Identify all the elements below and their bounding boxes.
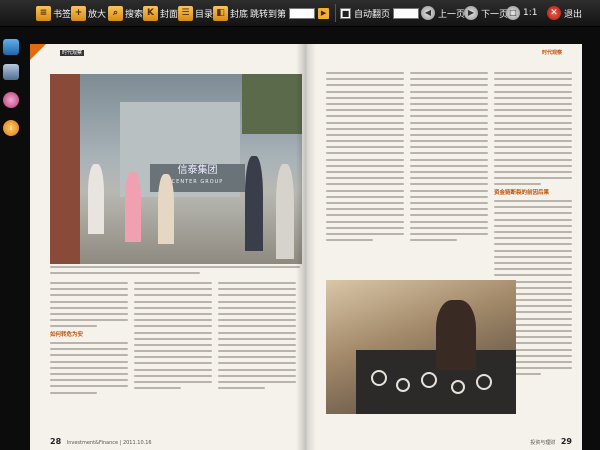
bookmark-button[interactable]: ≡ 书签: [36, 4, 71, 22]
front-cover-icon: K: [143, 5, 158, 21]
section-heading: 资金链断裂的前因后果: [494, 189, 550, 196]
toolbar-divider: [335, 4, 336, 22]
goto-page-input[interactable]: [289, 7, 316, 19]
front-cover-button[interactable]: K 封面: [143, 4, 178, 22]
search-icon: ⌕: [108, 5, 123, 21]
autoflip-seconds-input[interactable]: [393, 7, 420, 19]
actual-size-button[interactable]: □ 1:1: [506, 4, 537, 22]
thumbnail-view-icon[interactable]: [3, 39, 19, 55]
arrow-left-icon: ◀: [421, 6, 435, 20]
left-page[interactable]: 时代观察 信泰集团 CENTER GROUP 如何转危为安 28 Investm…: [30, 44, 306, 450]
photo-person: [158, 174, 174, 244]
photo-ring: [371, 370, 387, 386]
article-column-2: [410, 72, 488, 245]
section-heading: 如何转危为安: [50, 331, 84, 338]
prev-page-button[interactable]: ◀ 上一页: [421, 4, 465, 22]
article-column-1: 如何转危为安: [50, 282, 128, 398]
photo-person: [245, 156, 263, 251]
right-page-footer: 投资与理财 29: [530, 437, 572, 446]
back-cover-button[interactable]: ◧ 封底: [213, 4, 248, 22]
actual-size-icon: □: [506, 6, 520, 20]
settings-icon[interactable]: [3, 92, 19, 108]
photo-person: [125, 172, 141, 242]
photo-person: [88, 164, 104, 234]
photo-person: [276, 164, 294, 259]
photo-ring: [396, 378, 410, 392]
right-page[interactable]: 时代观察 资金链断裂的前因后果 投资与理财 29: [306, 44, 582, 450]
toc-button[interactable]: ☰ 目录: [178, 4, 213, 22]
back-cover-icon: ◧: [213, 5, 228, 21]
exit-button[interactable]: ✕ 退出: [547, 4, 582, 22]
photo-caption: [50, 266, 300, 278]
page-corner-marker: [30, 44, 46, 60]
arrow-right-icon: ▶: [464, 6, 478, 20]
article-column-3: [218, 282, 296, 393]
article-column-1: [326, 72, 404, 245]
zoom-in-button[interactable]: + 放大: [71, 4, 106, 22]
photo-ring: [421, 372, 437, 388]
autoflip-checkbox[interactable]: ■: [340, 7, 351, 19]
bookmark-icon: ≡: [36, 5, 51, 21]
article-column-2: [134, 282, 212, 393]
search-button[interactable]: ⌕ 搜索: [108, 4, 143, 22]
magazine-spread: 时代观察 信泰集团 CENTER GROUP 如何转危为安 28 Investm…: [30, 44, 582, 450]
page-number: 28: [50, 437, 62, 446]
photo-gallery-icon[interactable]: [3, 64, 19, 80]
column-tag: 时代观察: [60, 50, 85, 56]
photo-ring: [451, 380, 465, 394]
goto-go-button[interactable]: ▶: [318, 7, 330, 19]
close-icon: ✕: [547, 6, 561, 20]
column-tag: 时代观察: [541, 50, 562, 56]
photo-wall: [50, 74, 80, 264]
photo-person: [436, 300, 476, 370]
photo-ring: [476, 374, 492, 390]
autoflip-toggle[interactable]: ■ 自动翻页 秒: [340, 4, 431, 22]
photo-tree: [242, 74, 302, 134]
toc-icon: ☰: [178, 5, 193, 21]
page-number: 29: [560, 437, 572, 446]
article-photo-building: 信泰集团 CENTER GROUP: [50, 74, 302, 264]
book-spine-shadow: [296, 44, 316, 450]
next-page-button[interactable]: ▶ 下一页: [464, 4, 508, 22]
zoom-in-icon: +: [71, 5, 86, 21]
info-icon[interactable]: i: [3, 120, 19, 136]
goto-page-group: 跳转到第 ▶: [250, 4, 330, 22]
article-photo-jewelry: [326, 280, 516, 414]
left-page-footer: 28 Investment&Finance | 2011.10.16: [50, 437, 152, 446]
reader-toolbar: ≡ 书签 + 放大 ⌕ 搜索 K 封面 ☰ 目录 ◧ 封底 跳转到第 ▶ ■ 自…: [0, 0, 600, 27]
